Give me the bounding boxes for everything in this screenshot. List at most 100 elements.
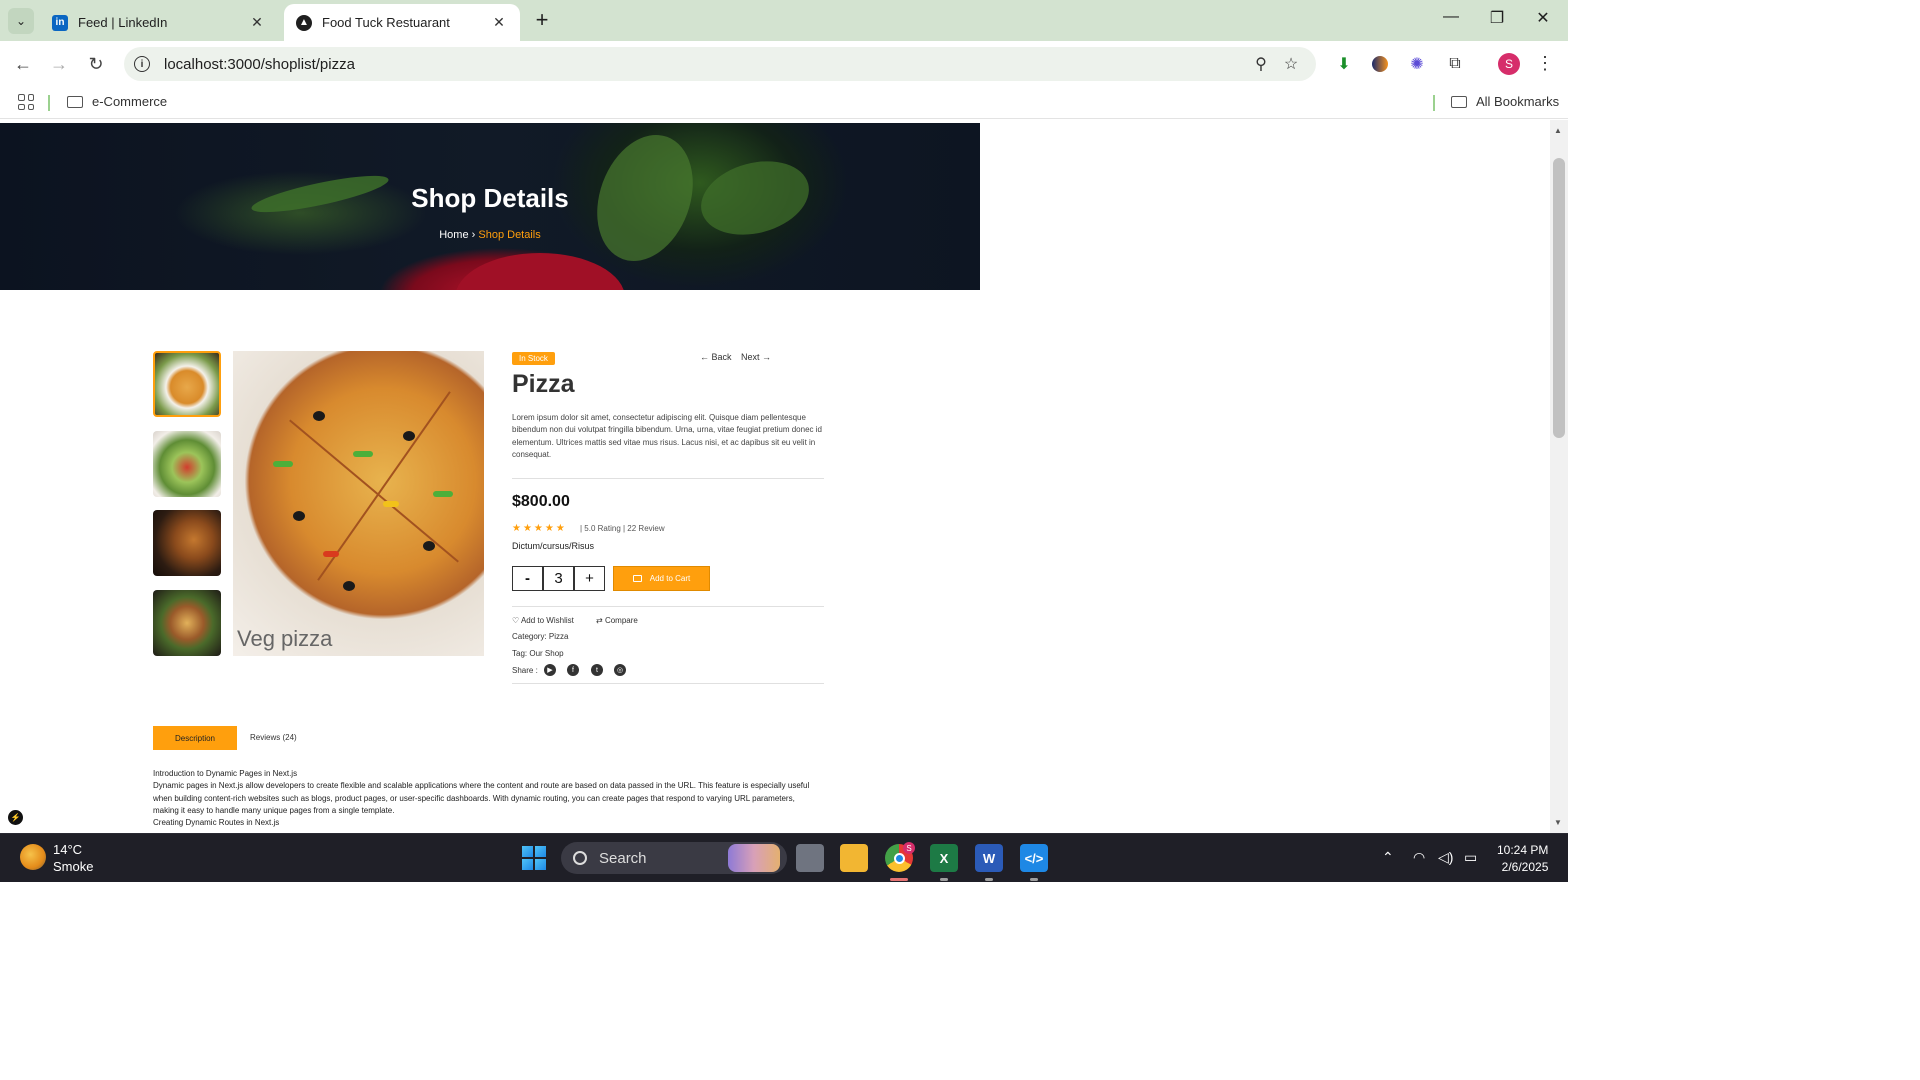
add-to-cart-button[interactable]: Add to Cart <box>613 566 710 591</box>
product-title: Pizza <box>512 370 575 398</box>
folder-icon <box>1451 95 1467 108</box>
download-extension-icon[interactable]: ⬇ <box>1333 53 1355 75</box>
close-tab-icon[interactable]: ✕ <box>490 14 508 31</box>
reload-icon[interactable]: ↻ <box>83 51 109 77</box>
add-to-wishlist-link[interactable]: ♡ Add to Wishlist <box>512 616 574 625</box>
left-arrow-icon: ← <box>700 352 709 362</box>
all-bookmarks[interactable]: All Bookmarks <box>1451 94 1559 109</box>
category-link[interactable]: Pizza <box>549 632 569 641</box>
new-tab-plus-icon[interactable]: + <box>530 8 554 32</box>
volume-icon[interactable]: ◁) <box>1438 849 1453 866</box>
word-icon[interactable]: W <box>975 844 1003 872</box>
bookmark-folder-ecommerce[interactable]: e-Commerce <box>67 94 167 109</box>
twitter-icon[interactable]: t <box>591 664 603 676</box>
olive-topping <box>313 411 325 421</box>
address-bar[interactable]: i localhost:3000/shoplist/pizza ⚲ ☆ <box>124 47 1316 81</box>
heart-icon: ♡ <box>512 616 520 625</box>
bookmark-star-icon[interactable]: ☆ <box>1276 54 1306 74</box>
radish-decoration <box>455 253 625 290</box>
back-arrow-icon[interactable]: ← <box>10 51 36 77</box>
image-caption: Veg pizza <box>237 626 333 651</box>
quantity-value[interactable]: 3 <box>543 566 574 591</box>
bookmarks-bar: e-Commerce All Bookmarks <box>0 87 1568 119</box>
tab-title: Food Tuck Restuarant <box>322 15 450 30</box>
profile-avatar[interactable]: S <box>1498 53 1520 75</box>
folder-icon <box>67 95 83 108</box>
tab-description[interactable]: Description <box>153 726 237 750</box>
breadcrumb-separator: › <box>471 229 476 241</box>
youtube-icon[interactable]: ▶ <box>544 664 556 676</box>
back-link[interactable]: ← Back <box>700 352 732 362</box>
file-explorer-icon[interactable] <box>840 844 868 872</box>
quantity-increase-button[interactable]: + <box>574 566 605 591</box>
excel-icon[interactable]: X <box>930 844 958 872</box>
app-indicator <box>985 878 993 881</box>
scroll-up-icon[interactable]: ▲ <box>1554 126 1562 135</box>
breadcrumb-current: Shop Details <box>478 229 541 241</box>
wifi-icon[interactable]: ◠ <box>1413 849 1425 866</box>
facebook-icon[interactable]: f <box>567 664 579 676</box>
next-link[interactable]: Next → <box>741 352 771 362</box>
pepper-topping <box>273 461 293 467</box>
pepper-topping <box>383 501 399 507</box>
bookmark-separator <box>48 95 50 111</box>
scroll-down-icon[interactable]: ▼ <box>1554 818 1562 827</box>
olive-topping <box>423 541 435 551</box>
restore-icon[interactable]: ❐ <box>1482 8 1512 28</box>
browser-toolbar: ← → ↻ i localhost:3000/shoplist/pizza ⚲ … <box>0 41 1568 87</box>
forward-arrow-icon[interactable]: → <box>46 51 72 77</box>
vscode-icon[interactable]: </> <box>1020 844 1048 872</box>
chrome-profile-badge: S <box>903 842 915 854</box>
product-main-image: Veg pizza <box>233 351 484 656</box>
app-indicator <box>1030 878 1038 881</box>
apps-grid-icon[interactable] <box>18 94 34 110</box>
url-text[interactable]: localhost:3000/shoplist/pizza <box>164 56 1246 73</box>
product-thumbnail[interactable] <box>153 431 221 497</box>
rating-summary: | 5.0 Rating | 22 Review <box>580 524 665 533</box>
tray-overflow-icon[interactable]: ⌃ <box>1382 849 1394 866</box>
tab-title: Feed | LinkedIn <box>78 15 168 30</box>
site-info-icon[interactable]: i <box>134 56 150 72</box>
product-thumbnail[interactable] <box>153 510 221 576</box>
page-scrollbar[interactable]: ▲ ▼ <box>1550 120 1568 833</box>
weather-icon[interactable] <box>20 844 46 870</box>
window-close-icon[interactable]: ✕ <box>1528 8 1558 28</box>
tag-link[interactable]: Our Shop <box>529 649 563 658</box>
scroll-thumb[interactable] <box>1553 158 1565 438</box>
puzzle-extensions-icon[interactable]: ⧉ <box>1444 53 1466 75</box>
pepper-topping <box>353 451 373 457</box>
browser-tab-strip: ⌄ in Feed | LinkedIn ✕ ▲ Food Tuck Restu… <box>0 0 1568 41</box>
stock-badge: In Stock <box>512 352 555 365</box>
divider <box>512 683 824 684</box>
divider <box>512 478 824 479</box>
instagram-icon[interactable]: ◎ <box>614 664 626 676</box>
zoom-icon[interactable]: ⚲ <box>1246 54 1276 74</box>
minimize-icon[interactable]: — <box>1436 8 1466 26</box>
windows-start-icon[interactable] <box>522 846 546 870</box>
task-view-icon[interactable] <box>796 844 824 872</box>
circle-extension-icon[interactable] <box>1369 53 1391 75</box>
search-icon <box>573 851 587 865</box>
breadcrumb-home[interactable]: Home <box>439 229 468 241</box>
nextjs-devtools-icon[interactable]: ⚡ <box>8 810 23 825</box>
tab-food-tuck[interactable]: ▲ Food Tuck Restuarant ✕ <box>284 4 520 41</box>
weather-temperature[interactable]: 14°C <box>53 842 82 857</box>
compare-link[interactable]: ⇄ Compare <box>596 616 638 625</box>
tab-linkedin[interactable]: in Feed | LinkedIn ✕ <box>40 4 278 41</box>
page-viewport: Shop Details Home › Shop Details Veg piz… <box>0 120 1550 833</box>
battery-icon[interactable]: ▭ <box>1464 849 1477 866</box>
system-clock[interactable]: 10:24 PM 2/6/2025 <box>1497 842 1548 876</box>
product-thumbnail[interactable] <box>153 590 221 656</box>
olive-topping <box>343 581 355 591</box>
breadcrumb: Home › Shop Details <box>0 229 980 241</box>
product-thumbnail[interactable] <box>153 351 221 417</box>
asterisk-extension-icon[interactable]: ✺ <box>1406 53 1428 75</box>
quantity-decrease-button[interactable]: - <box>512 566 543 591</box>
tab-search-chevron-icon[interactable]: ⌄ <box>8 8 34 34</box>
close-tab-icon[interactable]: ✕ <box>248 14 266 31</box>
tab-reviews[interactable]: Reviews (24) <box>250 733 297 742</box>
right-arrow-icon: → <box>762 352 772 362</box>
weather-condition[interactable]: Smoke <box>53 859 93 874</box>
active-app-indicator <box>890 878 908 881</box>
browser-menu-icon[interactable]: ⋮ <box>1536 53 1554 74</box>
